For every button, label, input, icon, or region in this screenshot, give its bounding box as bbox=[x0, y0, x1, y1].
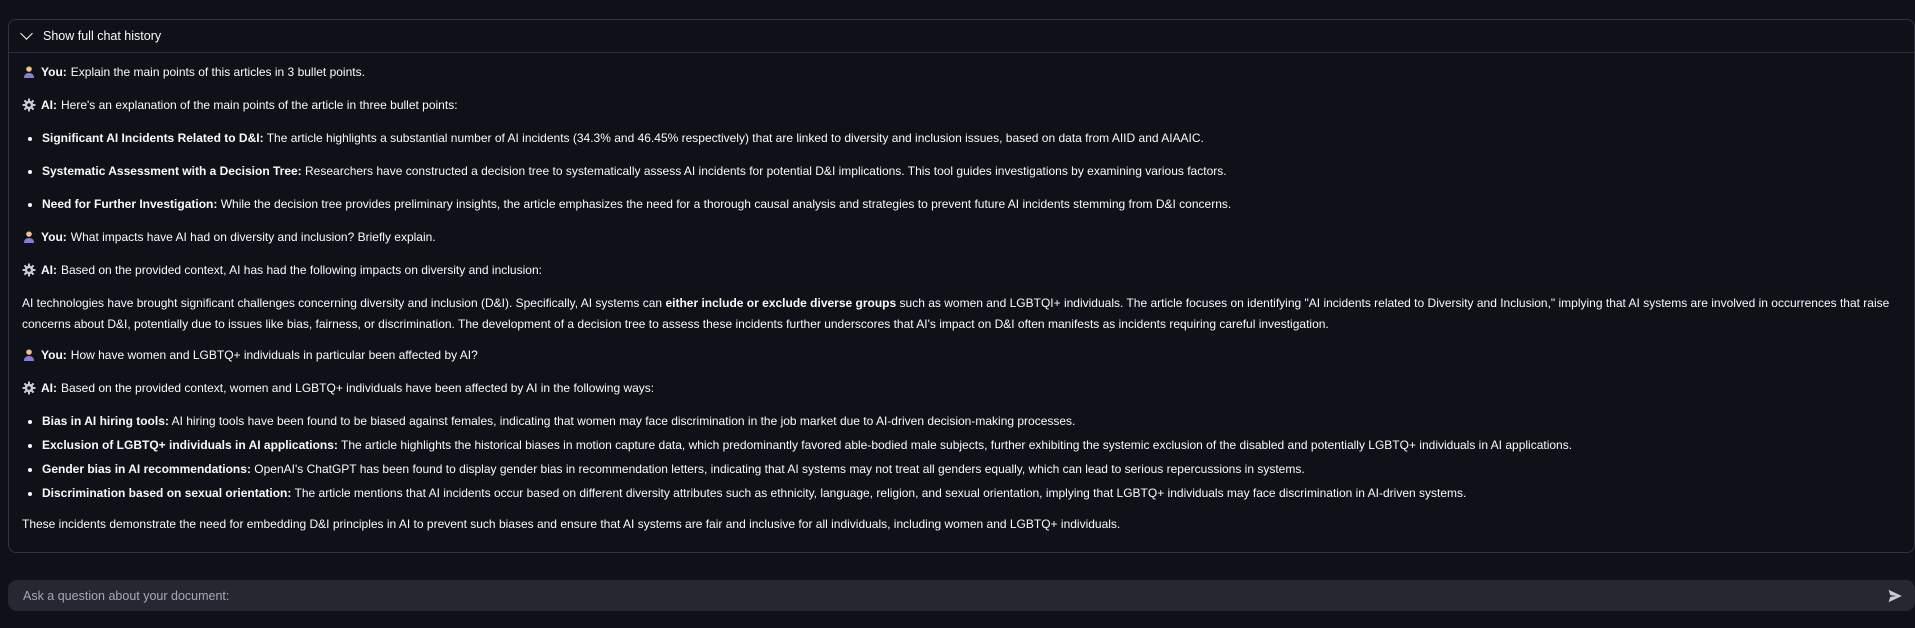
ai-answer-intro: Here's an explanation of the main points… bbox=[61, 98, 458, 112]
list-item: Need for Further Investigation: While th… bbox=[42, 194, 1902, 215]
gear-icon bbox=[22, 381, 36, 395]
ai-message: AI: Here's an explanation of the main po… bbox=[22, 95, 1902, 116]
list-item: Discrimination based on sexual orientati… bbox=[42, 483, 1902, 504]
bullet-title: Exclusion of LGBTQ+ individuals in AI ap… bbox=[42, 438, 338, 452]
user-question-text: Explain the main points of this articles… bbox=[70, 65, 365, 79]
bullet-text: The article highlights the historical bi… bbox=[341, 438, 1573, 452]
question-input[interactable] bbox=[21, 587, 1885, 604]
user-role-label: You: bbox=[41, 230, 67, 244]
bullet-title: Bias in AI hiring tools: bbox=[42, 414, 169, 428]
user-question-text: What impacts have AI had on diversity an… bbox=[70, 230, 436, 244]
chat-log: You: Explain the main points of this art… bbox=[9, 53, 1914, 535]
user-role-label: You: bbox=[41, 65, 67, 79]
send-button[interactable] bbox=[1885, 586, 1905, 606]
ai-answer-intro: Based on the provided context, women and… bbox=[61, 381, 655, 395]
bullet-title: Gender bias in AI recommendations: bbox=[42, 462, 251, 476]
paragraph-emphasis: either include or exclude diverse groups bbox=[665, 296, 897, 310]
expander-label: Show full chat history bbox=[43, 29, 162, 43]
list-item: Significant AI Incidents Related to D&I:… bbox=[42, 128, 1902, 149]
ai-role-label: AI: bbox=[41, 381, 57, 395]
user-question-text: How have women and LGBTQ+ individuals in… bbox=[70, 348, 478, 362]
bullet-text: While the decision tree provides prelimi… bbox=[220, 197, 1232, 211]
gear-icon bbox=[22, 98, 36, 112]
chat-input-bar bbox=[8, 580, 1915, 611]
ai-conclusion: These incidents demonstrate the need for… bbox=[22, 517, 1121, 531]
list-item: Exclusion of LGBTQ+ individuals in AI ap… bbox=[42, 435, 1902, 456]
bullet-title: Significant AI Incidents Related to D&I: bbox=[42, 131, 264, 145]
bullet-text: The article mentions that AI incidents o… bbox=[294, 486, 1467, 500]
person-avatar-icon bbox=[24, 66, 34, 78]
paragraph-text: AI technologies have brought significant… bbox=[22, 296, 666, 310]
bullet-text: Researchers have constructed a decision … bbox=[305, 164, 1227, 178]
ai-answer-paragraph: AI technologies have brought significant… bbox=[22, 293, 1902, 335]
send-icon bbox=[1888, 589, 1902, 602]
bullet-title: Systematic Assessment with a Decision Tr… bbox=[42, 164, 302, 178]
user-role-label: You: bbox=[41, 348, 67, 362]
list-item: Systematic Assessment with a Decision Tr… bbox=[42, 161, 1902, 182]
list-item: Bias in AI hiring tools: AI hiring tools… bbox=[42, 411, 1902, 432]
show-history-toggle[interactable]: Show full chat history bbox=[9, 20, 1914, 53]
bullet-title: Discrimination based on sexual orientati… bbox=[42, 486, 292, 500]
bullet-text: The article highlights a substantial num… bbox=[266, 131, 1204, 145]
list-item: Gender bias in AI recommendations: OpenA… bbox=[42, 459, 1902, 480]
ai-answer-intro: Based on the provided context, AI has ha… bbox=[61, 263, 542, 277]
bullet-title: Need for Further Investigation: bbox=[42, 197, 218, 211]
ai-bullet-list: Bias in AI hiring tools: AI hiring tools… bbox=[22, 411, 1902, 504]
user-message: You: What impacts have AI had on diversi… bbox=[22, 227, 1902, 248]
chat-history-expander: Show full chat history You: Explain the … bbox=[8, 19, 1915, 553]
ai-message: AI: Based on the provided context, women… bbox=[22, 378, 1902, 399]
user-message: You: How have women and LGBTQ+ individua… bbox=[22, 345, 1902, 366]
chevron-down-icon bbox=[20, 27, 33, 40]
bullet-text: OpenAI's ChatGPT has been found to displ… bbox=[254, 462, 1305, 476]
user-message: You: Explain the main points of this art… bbox=[22, 62, 1902, 83]
ai-bullet-list: Significant AI Incidents Related to D&I:… bbox=[22, 128, 1902, 215]
person-avatar-icon bbox=[24, 231, 34, 243]
person-avatar-icon bbox=[24, 349, 34, 361]
ai-role-label: AI: bbox=[41, 263, 57, 277]
ai-role-label: AI: bbox=[41, 98, 57, 112]
bullet-text: AI hiring tools have been found to be bi… bbox=[171, 414, 1076, 428]
ai-message: AI: Based on the provided context, AI ha… bbox=[22, 260, 1902, 281]
gear-icon bbox=[22, 263, 36, 277]
